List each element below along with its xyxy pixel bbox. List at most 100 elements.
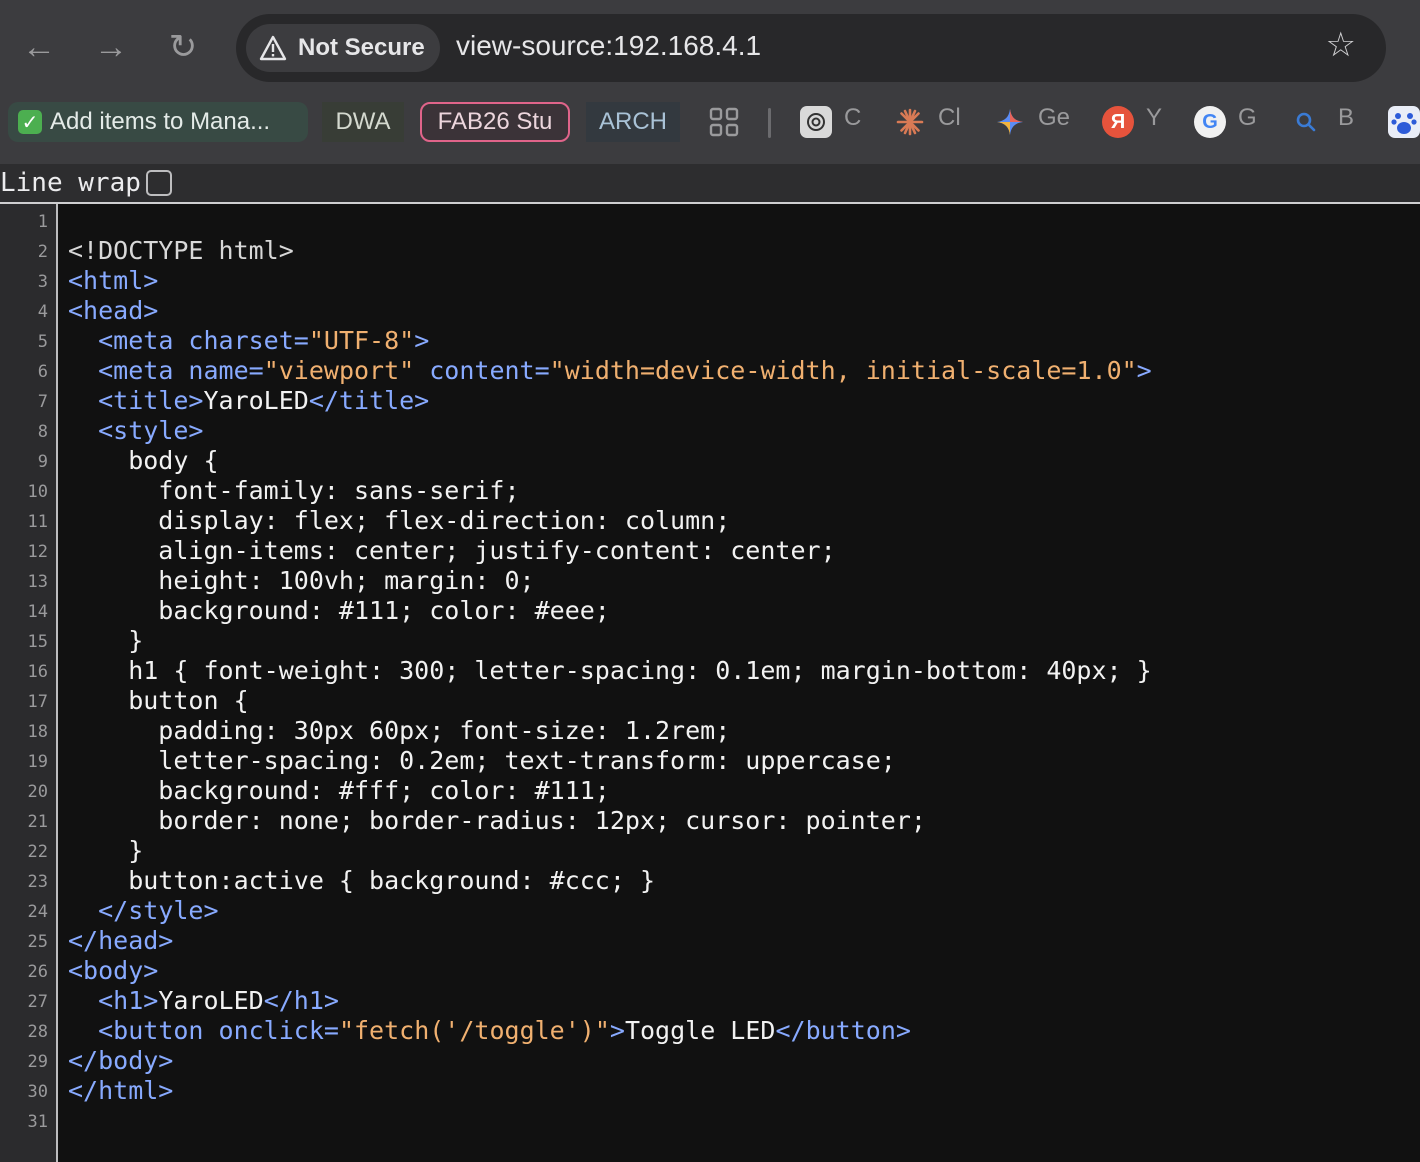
code-line: 28 <button onclick="fetch('/toggle')">To… [0,1016,1420,1046]
bookmark-label: FAB26 Stu [437,108,553,135]
green-check-icon: ✓ [18,110,42,134]
code-content: button:active { background: #ccc; } [68,866,655,896]
line-number: 26 [27,962,48,982]
apps-grid-icon[interactable] [708,106,740,138]
address-bar[interactable]: Not Secure view-source:192.168.4.1 ☆ [236,14,1386,82]
line-number: 23 [27,872,48,892]
code-line: 4 <head> [0,296,1420,326]
code-line: 30 </html> [0,1076,1420,1106]
reload-icon[interactable]: ↻ [158,22,208,72]
code-line: 14 background: #111; color: #eee; [0,596,1420,626]
line-number: 14 [27,602,48,622]
code-content: background: #fff; color: #111; [68,776,610,806]
bookmark-label[interactable]: Cl [938,104,961,132]
code-token-tag: <title> [98,386,204,415]
code-content: <h1>YaroLED</h1> [68,986,339,1016]
code-token-text: h1 { font-weight: 300; letter-spacing: 0… [68,656,1152,685]
bookmark-label[interactable]: Y [1146,104,1162,132]
code-line: 12 align-items: center; justify-content:… [0,536,1420,566]
warning-icon [258,33,288,63]
code-line: 19 letter-spacing: 0.2em; text-transform… [0,746,1420,776]
bookmark-label[interactable]: Ge [1038,104,1070,132]
gemini-icon[interactable] [994,106,1026,138]
code-line: 17 button { [0,686,1420,716]
line-number: 28 [27,1022,48,1042]
code-line: 26 <body> [0,956,1420,986]
code-line: 31 [0,1106,1420,1136]
star-icon[interactable]: ☆ [1326,28,1356,62]
code-line: 16 h1 { font-weight: 300; letter-spacing… [0,656,1420,686]
code-token-tag: > [1136,356,1152,385]
url-text[interactable]: view-source:192.168.4.1 [456,30,761,62]
code-line: 9 body { [0,446,1420,476]
bookmark-fab26[interactable]: FAB26 Stu [420,102,570,142]
code-line: 22 } [0,836,1420,866]
line-number: 7 [37,392,48,412]
code-line: 15 } [0,626,1420,656]
code-content: </body> [68,1046,173,1076]
code-token-text: YaroLED [203,386,309,415]
code-content: <title>YaroLED</title> [68,386,429,416]
code-token-tag: > [414,326,430,355]
code-content: font-family: sans-serif; [68,476,520,506]
code-content: <body> [68,956,158,986]
code-content: <!DOCTYPE html> [68,236,294,266]
arrow-left-icon[interactable]: ← [14,22,64,72]
code-token-text: YaroLED [158,986,264,1015]
yandex-icon[interactable]: Я [1102,106,1134,138]
line-number: 12 [27,542,48,562]
code-content: h1 { font-weight: 300; letter-spacing: 0… [68,656,1152,686]
code-line: 20 background: #fff; color: #111; [0,776,1420,806]
code-token-text: background: #111; color: #eee; [68,596,610,625]
code-token-text: button { [68,686,249,715]
arrow-right-icon[interactable]: → [86,22,136,72]
line-number: 6 [37,362,48,382]
code-token-attr: onclick= [218,1016,339,1045]
bookmark-arch[interactable]: ARCH [586,102,680,142]
code-token-text: display: flex; flex-direction: column; [68,506,731,535]
code-content: <button onclick="fetch('/toggle')">Toggl… [68,1016,911,1046]
bookmark-dwa[interactable]: DWA [322,102,404,142]
security-chip[interactable]: Not Secure [246,24,440,72]
code-token-tag: <head> [68,296,159,325]
bookmark-label[interactable]: C [844,104,861,132]
line-wrap-checkbox[interactable] [146,170,172,196]
code-token-text: background: #fff; color: #111; [68,776,610,805]
code-token-tag: <h1> [98,986,159,1015]
code-content: </html> [68,1076,173,1106]
code-token-tag: </h1> [263,986,339,1015]
code-token-text: align-items: center; justify-content: ce… [68,536,836,565]
code-token-text: font-family: sans-serif; [68,476,520,505]
code-token-tag: <body> [68,956,159,985]
code-content: </head> [68,926,173,956]
code-token-tag: </head> [68,926,174,955]
code-token-tag: <style> [98,416,204,445]
google-icon[interactable]: G [1194,106,1226,138]
search-icon[interactable] [1290,106,1322,138]
code-token-text: } [68,626,144,655]
line-number: 21 [27,812,48,832]
code-token-tag: > [609,1016,625,1045]
code-line: 23 button:active { background: #ccc; } [0,866,1420,896]
code-content: button { [68,686,249,716]
line-number: 9 [37,452,48,472]
code-token-tag: </body> [68,1046,174,1075]
code-content: body { [68,446,219,476]
bookmark-label[interactable]: G [1238,104,1257,132]
code-content: letter-spacing: 0.2em; text-transform: u… [68,746,896,776]
chatgpt-icon[interactable] [800,106,832,138]
claude-icon[interactable] [894,106,926,138]
line-number: 29 [27,1052,48,1072]
line-number: 30 [27,1082,48,1102]
code-token-text: body { [68,446,219,475]
bookmark-label[interactable]: B [1338,104,1354,132]
security-label: Not Secure [298,34,425,61]
code-content: <head> [68,296,158,326]
bookmark-add-items[interactable]: ✓ Add items to Mana... [8,102,308,142]
baidu-icon[interactable] [1388,106,1420,138]
